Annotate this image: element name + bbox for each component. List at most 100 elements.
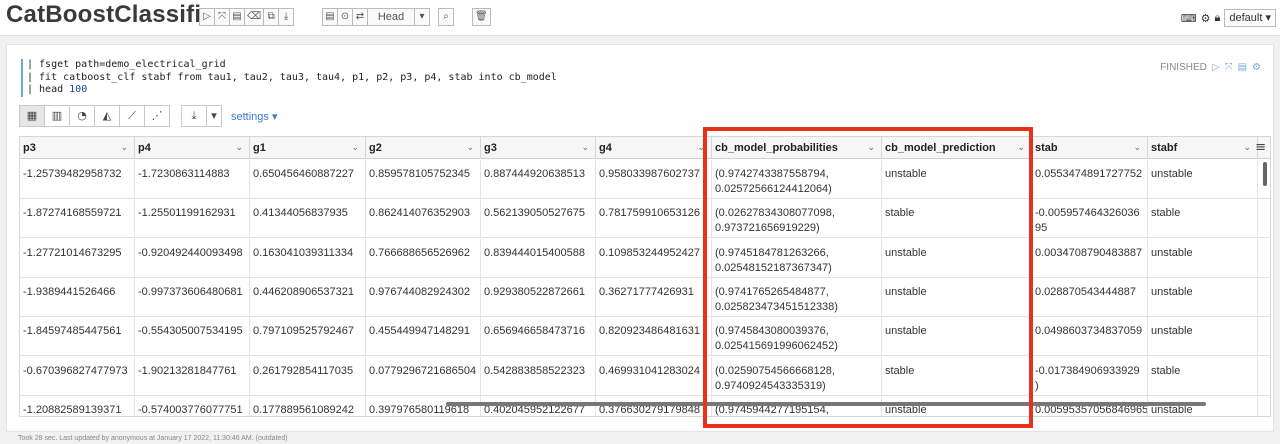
- chevron-down-icon[interactable]: ⌄: [1017, 137, 1025, 159]
- lock-icon[interactable]: 🔒︎: [1215, 11, 1221, 25]
- chevron-down-icon[interactable]: ⌄: [351, 137, 359, 159]
- table-cell-stab: 0.00595357056846965: [1032, 395, 1148, 416]
- column-header-p4[interactable]: p4 ⌄: [135, 137, 250, 159]
- table-cell-p3: -1.9389441526466: [20, 277, 135, 317]
- visualization-bar: ▦ ▥ ◔ ◭ ⟋ ⋰ ⤓ ▾ settings ▾: [19, 105, 278, 127]
- shuffle-icon[interactable]: ⤧: [214, 8, 230, 26]
- search-icon[interactable]: ⌕: [438, 8, 454, 26]
- cell-line: (0.9745843080039376,: [715, 325, 829, 338]
- trash-icon[interactable]: 🗑︎: [472, 8, 491, 26]
- bar-chart-icon[interactable]: ▥: [44, 105, 70, 127]
- cell-line: 0.0498603734837059: [1035, 325, 1143, 338]
- table-cell-prob: (0.9745944277195154,: [712, 395, 882, 416]
- column-header-g3[interactable]: g3 ⌄: [481, 137, 596, 159]
- column-header-label: g2: [369, 142, 382, 154]
- column-header-g4[interactable]: g4 ⌄: [596, 137, 712, 159]
- horizontal-scrollbar[interactable]: [446, 402, 1206, 406]
- column-header-g2[interactable]: g2 ⌄: [366, 137, 481, 159]
- table-cell-g2: 0.766688656526962: [366, 238, 481, 278]
- head-select[interactable]: Head: [367, 8, 415, 26]
- gear-icon[interactable]: ⚙: [1201, 12, 1211, 25]
- chevron-down-icon[interactable]: ⌄: [1133, 137, 1141, 159]
- table-cell-prob: (0.9742743387558794, 0.02572566124412064): [712, 160, 882, 199]
- swap-icon[interactable]: ⇄: [352, 8, 368, 26]
- column-header-cb-model-probabilities[interactable]: cb_model_probabilities ⌄: [712, 137, 882, 159]
- line-chart-icon[interactable]: ⟋: [119, 105, 145, 127]
- pie-chart-icon[interactable]: ◔: [69, 105, 95, 127]
- table-cell-p4: -0.997373606480681: [135, 277, 250, 317]
- table-cell-g2: 0.862414076352903: [366, 199, 481, 239]
- top-bar: CatBoostClassifier ▷ ⤧ ▤ ⌫ ⧉ ⤓ ▤ ⊙ ⇄ Hea…: [0, 0, 1280, 36]
- chevron-down-icon[interactable]: ▾: [206, 105, 222, 127]
- column-header-p3[interactable]: p3 ⌄: [20, 137, 135, 159]
- paragraph-panel: | fsget path=demo_electrical_grid | fit …: [6, 44, 1274, 432]
- book-icon[interactable]: ▤: [1238, 62, 1247, 73]
- table-cell-pred: unstable: [882, 395, 1032, 416]
- table-cell-pred: stable: [882, 199, 1032, 239]
- table-cell-stabf: unstable: [1148, 395, 1258, 416]
- scatter-chart-icon[interactable]: ⋰: [144, 105, 170, 127]
- table-cell-stabf: unstable: [1148, 238, 1258, 278]
- gear-icon[interactable]: ⚙: [1252, 62, 1261, 73]
- area-chart-icon[interactable]: ◭: [94, 105, 120, 127]
- keyboard-icon[interactable]: ⌨: [1181, 12, 1197, 25]
- table-cell-g3: 0.656946658473716: [481, 317, 596, 357]
- code-line-1: | fsget path=demo_electrical_grid: [27, 59, 226, 70]
- download-icon[interactable]: ⤓: [181, 105, 207, 127]
- table-cell-pred: stable: [882, 356, 1032, 396]
- table-cell-p3: -1.27721014673295: [20, 238, 135, 278]
- code-line-3: | head 100: [27, 84, 88, 95]
- table-cell-g4: 0.469931041283024: [596, 356, 712, 396]
- table-cell-pred: unstable: [882, 238, 1032, 278]
- table-cell-prob: (0.02627834308077098, 0.973721656919229): [712, 199, 882, 239]
- view-toolbar: ▤ ⊙ ⇄ Head ▾: [322, 8, 430, 26]
- interpreter-default-button[interactable]: default ▾: [1224, 9, 1276, 27]
- chevron-down-icon[interactable]: ⌄: [697, 137, 705, 159]
- table-view-icon[interactable]: ▦: [19, 105, 45, 127]
- table-cell-stab: 0.0498603734837059: [1032, 317, 1148, 357]
- table-cell-g2: 0.455449947148291: [366, 317, 481, 357]
- eraser-icon[interactable]: ⌫: [244, 8, 265, 26]
- chevron-down-icon[interactable]: ⌄: [466, 137, 474, 159]
- chevron-down-icon[interactable]: ⌄: [235, 137, 243, 159]
- cell-line: 0.02572566124412064): [715, 183, 832, 195]
- cell-line: (0.02590754566668128,: [715, 364, 835, 377]
- table-cell-g2: 0.859578105752345: [366, 160, 481, 199]
- chevron-down-icon[interactable]: ⌄: [1243, 137, 1251, 159]
- chevron-down-icon[interactable]: ▾: [414, 8, 430, 26]
- run-paragraph-icon[interactable]: ▷: [1212, 62, 1220, 73]
- shuffle-icon[interactable]: ⤧: [1225, 62, 1233, 73]
- table-cell-g4: 0.36271777426931: [596, 277, 712, 317]
- table-cell-g3: 0.887444920638513: [481, 160, 596, 199]
- column-header-label: g4: [599, 142, 612, 154]
- file-icon[interactable]: ▤: [322, 8, 338, 26]
- cell-line: ): [1035, 379, 1039, 392]
- vertical-scrollbar[interactable]: [1263, 162, 1267, 186]
- column-menu-icon[interactable]: ≡: [1255, 140, 1266, 155]
- table-cell-g3: 0.402045952122677: [481, 395, 596, 416]
- table-cell-g1: 0.177889561089242: [250, 395, 366, 416]
- chevron-down-icon[interactable]: ⌄: [581, 137, 589, 159]
- table-cell-p4: -0.574003776077751: [135, 395, 250, 416]
- book-icon[interactable]: ▤: [229, 8, 245, 26]
- table-cell-p4: -1.90213281847761: [135, 356, 250, 396]
- column-header-label: stab: [1035, 142, 1058, 154]
- cell-line: 0.025415691996062452): [715, 340, 838, 353]
- code-editor[interactable]: | fsget path=demo_electrical_grid | fit …: [21, 59, 1121, 97]
- trash-group: 🗑︎: [472, 8, 491, 26]
- copy-icon[interactable]: ⧉: [263, 8, 280, 26]
- clock-icon[interactable]: ⊙: [337, 8, 353, 26]
- run-icon[interactable]: ▷: [199, 8, 215, 26]
- settings-link[interactable]: settings ▾: [231, 110, 278, 123]
- column-header-cb-model-prediction[interactable]: cb_model_prediction ⌄: [882, 137, 1032, 159]
- chevron-down-icon[interactable]: ⌄: [867, 137, 875, 159]
- cell-line: 0.9740924543335319): [715, 379, 826, 392]
- table-cell-g1: 0.41344056837935: [250, 199, 366, 239]
- column-header-stab[interactable]: stab ⌄: [1032, 137, 1148, 159]
- column-header-stabf[interactable]: stabf ⌄: [1148, 137, 1258, 159]
- download-icon[interactable]: ⤓: [278, 8, 295, 26]
- table-cell-g1: 0.163041039311334: [250, 238, 366, 278]
- table-cell-g1: 0.797109525792467: [250, 317, 366, 357]
- column-header-g1[interactable]: g1 ⌄: [250, 137, 366, 159]
- chevron-down-icon[interactable]: ⌄: [120, 137, 128, 159]
